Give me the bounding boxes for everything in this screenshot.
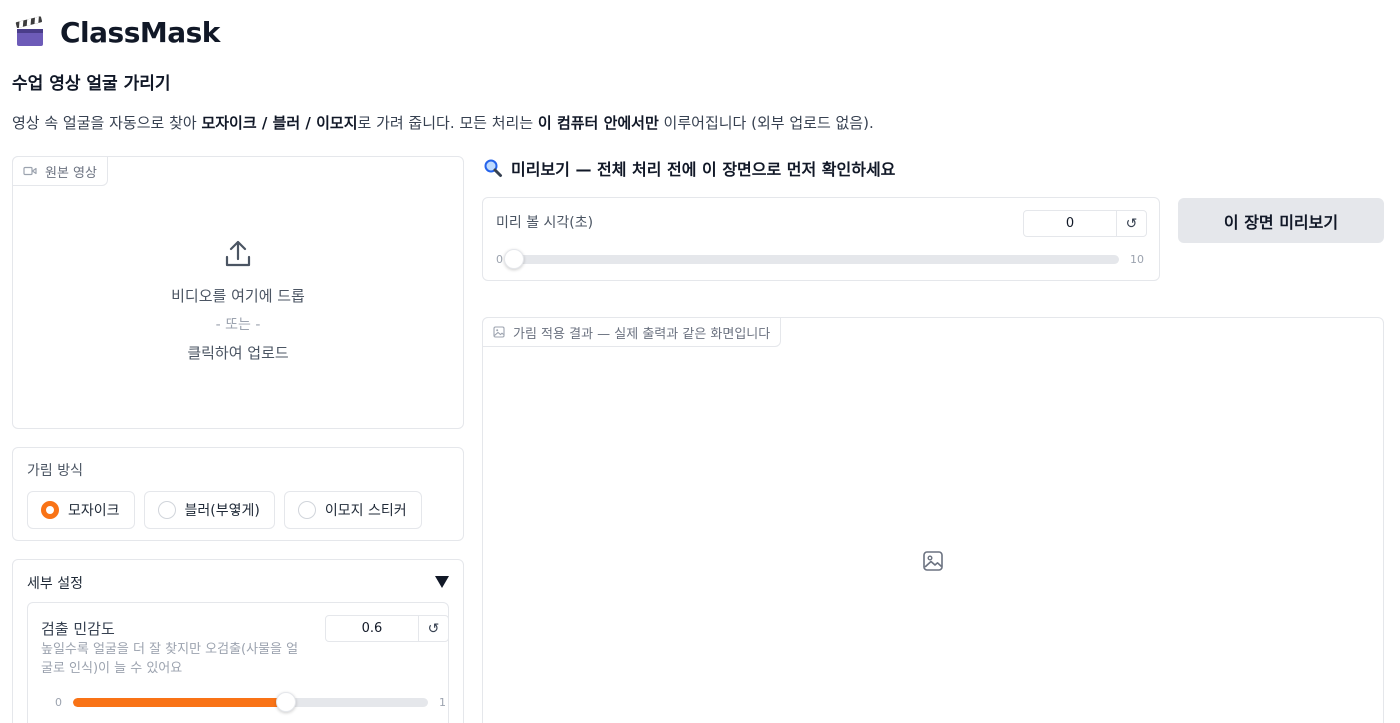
image-icon [493, 326, 505, 338]
description-bold: 이 컴퓨터 안에서만 [537, 114, 659, 132]
preview-heading: 미리보기 — 전체 처리 전에 이 장면으로 먼저 확인하세요 [483, 156, 895, 180]
sensitivity-max-label: 1 [439, 696, 446, 709]
mask-mode-panel: 가림 방식 모자이크 블러(부옇게) 이모지 스티커 [12, 447, 464, 541]
preview-time-slider-panel: 미리 볼 시각(초) 0 ↺ 0 10 [482, 197, 1160, 281]
upload-or-text: - 또는 - [215, 317, 261, 333]
description-text: 이루어집니다 (외부 업로드 없음). [658, 114, 874, 132]
sensitivity-number-input: 0.6 ↺ [325, 615, 449, 642]
preview-time-slider-track[interactable] [514, 255, 1119, 264]
sensitivity-slider-block: 검출 민감도 높일수록 얼굴을 더 잘 찾지만 오검출(사물을 얼굴로 인식)이… [27, 602, 449, 723]
preview-scene-button[interactable]: 이 장면 미리보기 [1178, 198, 1384, 243]
sensitivity-info: 높일수록 얼굴을 더 잘 찾지만 오검출(사물을 얼굴로 인식)이 늘 수 있어… [41, 642, 299, 676]
preview-time-value[interactable]: 0 [1024, 211, 1117, 236]
video-icon [23, 166, 37, 176]
radio-dot-selected [41, 501, 59, 519]
radio-mosaic[interactable]: 모자이크 [27, 491, 135, 529]
preview-heading-text: 미리보기 — 전체 처리 전에 이 장면으로 먼저 확인하세요 [511, 160, 896, 179]
description-text: 로 가려 줍니다. 모든 처리는 [357, 114, 538, 132]
radio-blur[interactable]: 블러(부옇게) [143, 491, 275, 529]
sensitivity-min-label: 0 [55, 696, 62, 709]
advanced-settings-title[interactable]: 세부 설정 [27, 573, 83, 593]
app-header: ClassMask [14, 13, 220, 51]
upload-icon [225, 240, 251, 267]
app-title: ClassMask [60, 15, 220, 49]
radio-emoji-sticker[interactable]: 이모지 스티커 [283, 491, 422, 529]
radio-label: 이모지 스티커 [324, 503, 407, 519]
sensitivity-slider-track[interactable] [73, 698, 428, 707]
radio-label: 블러(부옇게) [184, 503, 260, 519]
upload-drop-text: 비디오를 여기에 드롭 [171, 287, 305, 305]
upload-tag-label: 원본 영상 [45, 165, 97, 181]
sensitivity-slider-thumb[interactable] [276, 692, 296, 712]
description-text: 영상 속 얼굴을 자동으로 찾아 [12, 114, 202, 132]
result-tag-label: 가림 적용 결과 — 실제 출력과 같은 화면입니다 [513, 326, 771, 342]
advanced-settings-accordion: 세부 설정 검출 민감도 높일수록 얼굴을 더 잘 찾지만 오검출(사물을 얼굴… [12, 559, 464, 723]
sensitivity-reset-icon[interactable]: ↺ [419, 616, 448, 641]
upload-click-text: 클릭하여 업로드 [187, 344, 289, 362]
page-subtitle: 수업 영상 얼굴 가리기 [12, 74, 171, 94]
radio-dot [157, 501, 176, 519]
page-description: 영상 속 얼굴을 자동으로 찾아 모자이크 / 블러 / 이모지로 가려 줍니다… [12, 112, 874, 133]
result-image-panel: 가림 적용 결과 — 실제 출력과 같은 화면입니다 [482, 317, 1384, 723]
image-placeholder-icon [923, 551, 943, 571]
sensitivity-slider-fill [73, 698, 286, 707]
preview-time-label: 미리 볼 시각(초) [496, 215, 594, 231]
clapperboard-icon [15, 16, 43, 46]
sensitivity-value[interactable]: 0.6 [326, 616, 419, 641]
radio-label: 모자이크 [68, 503, 120, 519]
preview-time-number-input: 0 ↺ [1023, 210, 1147, 237]
radio-dot [297, 501, 316, 519]
upload-panel-tag: 원본 영상 [12, 156, 108, 186]
mask-mode-label: 가림 방식 [27, 463, 83, 479]
preview-time-max-label: 10 [1130, 253, 1144, 266]
description-bold: 모자이크 / 블러 / 이모지 [201, 114, 358, 132]
collapse-arrow-icon[interactable] [435, 576, 449, 588]
result-panel-tag: 가림 적용 결과 — 실제 출력과 같은 화면입니다 [482, 317, 782, 347]
preview-time-min-label: 0 [496, 253, 503, 266]
video-upload-dropzone[interactable]: 원본 영상 비디오를 여기에 드롭 - 또는 - 클릭하여 업로드 [12, 156, 464, 429]
mask-mode-radio-group: 모자이크 블러(부옇게) 이모지 스티커 [27, 491, 422, 529]
preview-time-slider-thumb[interactable] [504, 249, 524, 269]
preview-time-reset-icon[interactable]: ↺ [1117, 211, 1146, 236]
magnifier-icon [484, 159, 502, 177]
sensitivity-label: 검출 민감도 [41, 620, 115, 638]
